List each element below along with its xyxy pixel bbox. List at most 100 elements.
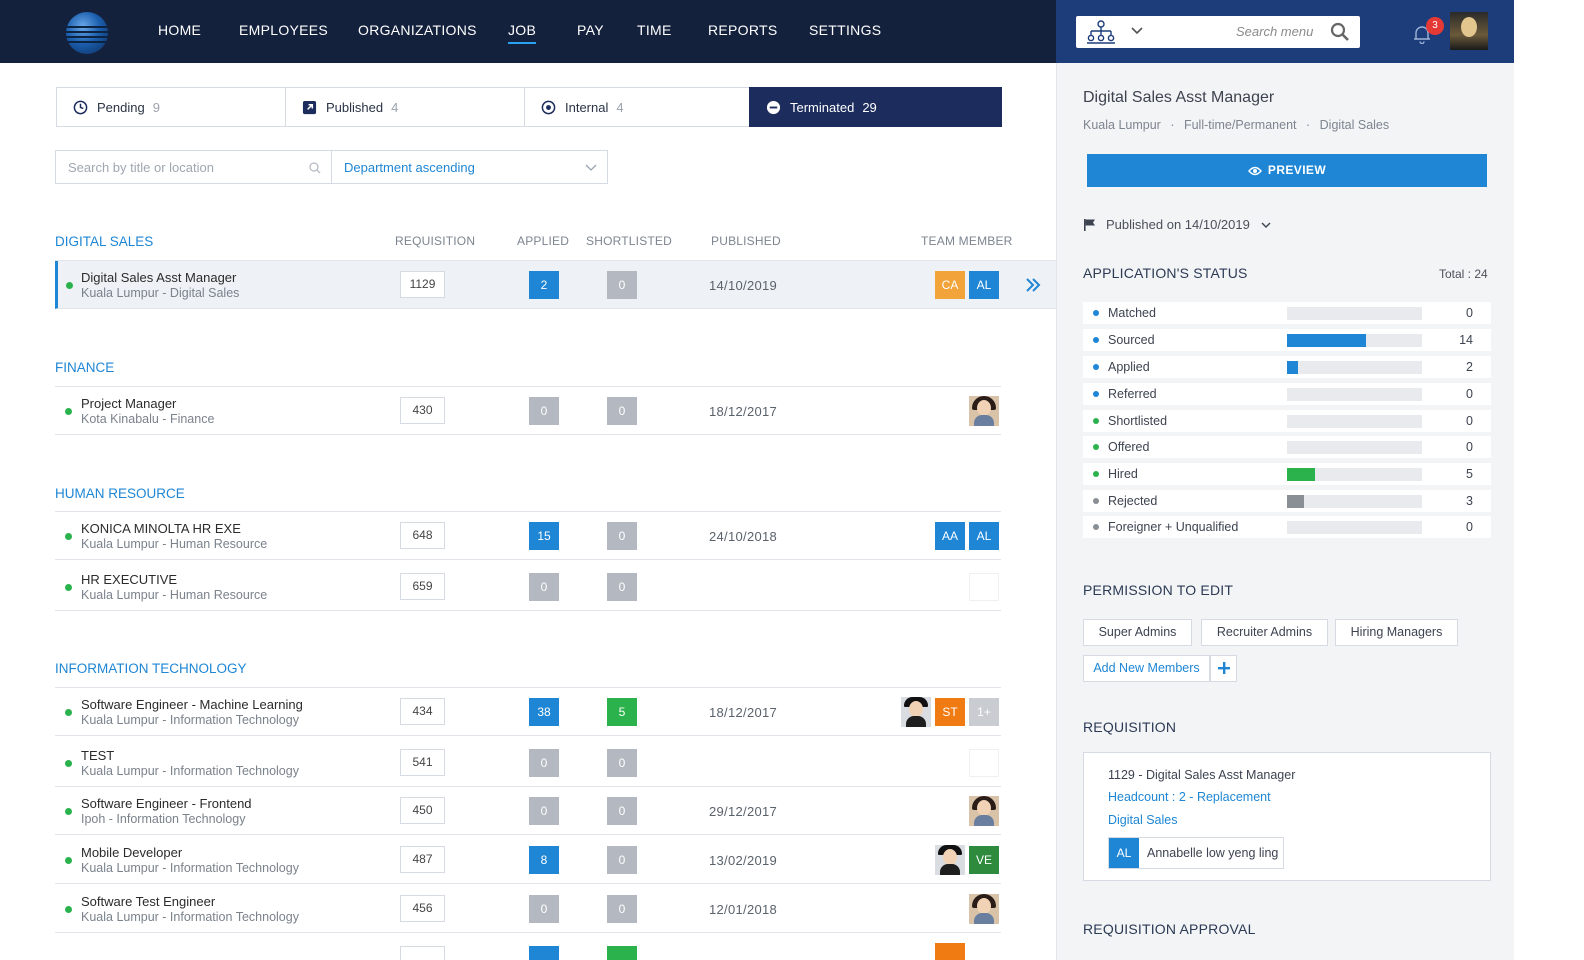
applied-count[interactable]: 15 — [529, 522, 559, 550]
tab-internal[interactable]: Internal 4 — [524, 87, 750, 127]
shortlisted-count[interactable]: 0 — [607, 397, 637, 425]
job-row-partial[interactable] — [55, 934, 1001, 960]
nav-reports[interactable]: REPORTS — [708, 22, 778, 38]
team-member-badge[interactable]: AL — [969, 271, 999, 299]
nav-job[interactable]: JOB — [508, 22, 537, 44]
shortlisted-count[interactable]: 5 — [607, 698, 637, 726]
status-row: Matched 0 — [1083, 302, 1491, 324]
sort-select[interactable]: Department ascending — [331, 150, 608, 184]
shortlisted-count[interactable]: 0 — [607, 522, 637, 550]
job-subtitle: Kota Kinabalu - Finance — [81, 412, 215, 426]
requisition-member-chip[interactable]: AL Annabelle low yeng ling — [1108, 837, 1284, 869]
applied-count[interactable]: 0 — [529, 895, 559, 923]
job-row-mobile-developer[interactable]: Mobile Developer Kuala Lumpur - Informat… — [55, 836, 1001, 884]
job-title: KONICA MINOLTA HR EXE — [81, 521, 241, 536]
team-member-avatar[interactable] — [901, 697, 931, 727]
tab-terminated[interactable]: Terminated 29 — [749, 87, 1002, 127]
status-name: Hired — [1108, 467, 1138, 481]
chevron-down-icon[interactable] — [1130, 24, 1144, 38]
target-icon — [541, 100, 556, 115]
team-member-badge[interactable]: ST — [935, 698, 965, 726]
nav-time[interactable]: TIME — [637, 22, 672, 38]
menu-search-box[interactable]: Search menu — [1076, 16, 1360, 48]
col-requisition: REQUISITION — [395, 234, 476, 248]
applied-count[interactable]: 2 — [529, 271, 559, 299]
job-search-placeholder: Search by title or location — [68, 160, 214, 175]
shortlisted-count[interactable]: 0 — [607, 895, 637, 923]
team-member-avatar[interactable] — [935, 845, 965, 875]
nav-employees[interactable]: EMPLOYEES — [239, 22, 328, 38]
team-member-badge[interactable] — [935, 943, 965, 960]
team-member-avatar[interactable] — [969, 796, 999, 826]
col-shortlisted: SHORTLISTED — [586, 234, 672, 248]
job-row-hr-executive[interactable]: HR EXECUTIVE Kuala Lumpur - Human Resour… — [55, 563, 1001, 611]
status-progress-bar — [1287, 307, 1422, 320]
job-search-input[interactable]: Search by title or location — [55, 150, 332, 184]
job-row-digital-sales-asst-manager[interactable]: Digital Sales Asst Manager Kuala Lumpur … — [55, 261, 1057, 309]
team-member-avatar[interactable] — [969, 894, 999, 924]
tab-pending[interactable]: Pending 9 — [56, 87, 286, 127]
job-row-software-test-engineer[interactable]: Software Test Engineer Kuala Lumpur - In… — [55, 885, 1001, 933]
status-count: 0 — [1466, 387, 1473, 401]
job-subtitle: Kuala Lumpur - Information Technology — [81, 764, 299, 778]
clock-icon — [73, 100, 88, 115]
requisition-headcount: Headcount : 2 - Replacement — [1108, 790, 1271, 804]
status-row: Shortlisted 0 — [1083, 410, 1491, 432]
org-chart-icon[interactable] — [1086, 19, 1116, 45]
shortlisted-count[interactable]: 0 — [607, 846, 637, 874]
status-count: 0 — [1466, 520, 1473, 534]
job-row-test[interactable]: TEST Kuala Lumpur - Information Technolo… — [55, 739, 1001, 787]
published-on-toggle[interactable]: Published on 14/10/2019 — [1083, 217, 1271, 232]
tab-published[interactable]: Published 4 — [285, 87, 525, 127]
nav-pay[interactable]: PAY — [577, 22, 604, 38]
notification-badge[interactable]: 3 — [1426, 17, 1444, 35]
team-member-badge[interactable]: AA — [935, 522, 965, 550]
status-count: 0 — [1466, 414, 1473, 428]
status-count: 5 — [1466, 467, 1473, 481]
shortlisted-count[interactable] — [607, 946, 637, 960]
team-member-badge[interactable]: CA — [935, 271, 965, 299]
shortlisted-count[interactable]: 0 — [607, 271, 637, 299]
job-title: Software Test Engineer — [81, 894, 216, 909]
status-dot — [1093, 418, 1099, 424]
nav-organizations[interactable]: ORGANIZATIONS — [358, 22, 477, 38]
job-row-project-manager[interactable]: Project Manager Kota Kinabalu - Finance … — [55, 387, 1001, 435]
job-detail-panel: Digital Sales Asst Manager Kuala Lumpur … — [1056, 63, 1514, 960]
shortlisted-count[interactable]: 0 — [607, 797, 637, 825]
applied-count[interactable]: 0 — [529, 749, 559, 777]
applied-count[interactable]: 0 — [529, 797, 559, 825]
add-new-members-button[interactable]: Add New Members — [1083, 655, 1210, 682]
more-members-badge[interactable]: 1+ — [969, 698, 999, 726]
job-row-konica-minolta-hr-exe[interactable]: KONICA MINOLTA HR EXE Kuala Lumpur - Hum… — [55, 512, 1001, 560]
applied-count[interactable]: 0 — [529, 573, 559, 601]
job-row-software-engineer-frontend[interactable]: Software Engineer - Frontend Ipoh - Info… — [55, 787, 1001, 835]
company-logo[interactable] — [66, 12, 108, 54]
status-name: Offered — [1108, 440, 1150, 454]
status-progress-bar — [1287, 388, 1422, 401]
team-member-avatar[interactable] — [969, 396, 999, 426]
applied-count[interactable]: 0 — [529, 397, 559, 425]
permission-super-admins[interactable]: Super Admins — [1083, 619, 1192, 646]
job-row-software-engineer-ml[interactable]: Software Engineer - Machine Learning Kua… — [55, 688, 1001, 736]
menu-search-placeholder[interactable]: Search menu — [1236, 24, 1313, 39]
team-member-badge[interactable]: VE — [969, 846, 999, 874]
shortlisted-count[interactable]: 0 — [607, 749, 637, 777]
published-date: 24/10/2018 — [709, 529, 778, 544]
applied-count[interactable]: 38 — [529, 698, 559, 726]
status-dot — [1093, 498, 1099, 504]
status-dot — [1093, 471, 1099, 477]
permission-hiring-managers[interactable]: Hiring Managers — [1335, 619, 1458, 646]
preview-button[interactable]: PREVIEW — [1087, 154, 1487, 187]
permission-recruiter-admins[interactable]: Recruiter Admins — [1201, 619, 1328, 646]
search-icon[interactable] — [1330, 22, 1350, 42]
double-chevron-right-icon[interactable] — [1024, 276, 1042, 294]
shortlisted-count[interactable]: 0 — [607, 573, 637, 601]
applied-count[interactable]: 8 — [529, 846, 559, 874]
nav-home[interactable]: HOME — [158, 22, 201, 38]
team-member-badge[interactable]: AL — [969, 522, 999, 550]
user-avatar[interactable] — [1450, 12, 1488, 50]
applied-count[interactable] — [529, 946, 559, 960]
requisition-heading: REQUISITION — [1083, 719, 1177, 735]
add-member-plus-button[interactable] — [1210, 655, 1237, 682]
nav-settings[interactable]: SETTINGS — [809, 22, 881, 38]
